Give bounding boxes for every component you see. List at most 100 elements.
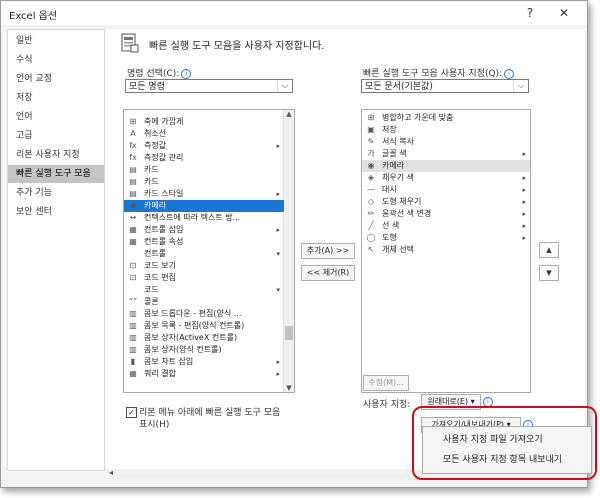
submenu-arrow-icon: ▸ [276, 226, 280, 234]
toolbar-command-item[interactable]: 가 글꼴 색 ▸ [362, 148, 530, 160]
nav-item-advanced[interactable]: 고급 [8, 127, 104, 145]
toolbar-command-item[interactable]: ◈ 채우기 색 ▸ [362, 172, 530, 184]
command-item[interactable]: ▦ 컨트롤 삽입 ▸ [124, 224, 284, 236]
toolbar-command-label: 글꼴 색 [382, 149, 407, 158]
import-export-menu: 사용자 지정 파일 가져오기 모든 사용자 지정 항목 내보내기 [422, 426, 592, 474]
command-label: 코드 편집 [144, 273, 176, 282]
command-item[interactable]: ▥ 콤보 상자(양식 컨트롤) [124, 344, 284, 356]
nav-item-save[interactable]: 저장 [8, 89, 104, 107]
close-button[interactable]: ✕ [549, 3, 579, 23]
commands-list[interactable]: ▲ ▼ · ⊞ 축에 가깝게 A 취소선 fx 측정값 ▸ fx 측정값 관리 ▤ 카드 ▤ 카드 ▤ 카드 … [123, 109, 295, 393]
command-icon [128, 285, 138, 295]
command-item[interactable]: 컨트롤 ▾ [124, 248, 284, 260]
command-label: 축에 가깝게 [144, 117, 184, 126]
command-item[interactable]: ◉ 카메라 [124, 200, 284, 212]
command-icon: ◉ [129, 201, 137, 210]
command-label: 콤보 상자(ActiveX 컨트롤) [144, 333, 238, 342]
command-item[interactable]: ⊞ 축에 가깝게 [124, 116, 284, 128]
reset-button[interactable]: 원래대로(E) ▾ [421, 394, 481, 410]
nav-item-proofing[interactable]: 언어 교정 [8, 70, 104, 88]
toolbar-command-item[interactable]: ◇ 도형 채우기 ▸ [362, 196, 530, 208]
command-label: 컨트롤 삽입 [144, 225, 184, 234]
command-item[interactable]: · [124, 110, 284, 116]
command-icon: ▥ [129, 309, 137, 318]
help-button[interactable]: ? [515, 3, 545, 23]
command-label: 코드 [144, 285, 159, 294]
command-item[interactable]: 코드 ▾ [124, 284, 284, 296]
command-icon: A [130, 129, 136, 138]
nav-item-add-ins[interactable]: 추가 기능 [8, 184, 104, 202]
command-icon: ▥ [129, 321, 137, 330]
command-label: 컨텍스트에 따라 텍스트 방... [144, 213, 241, 222]
toolbar-command-item[interactable]: — 대시 ▸ [362, 184, 530, 196]
command-label: 측정값 관리 [144, 153, 184, 162]
command-icon: ▤ [129, 165, 137, 174]
toolbar-command-item[interactable]: ◉ 카메라 [362, 160, 530, 172]
show-below-ribbon-checkbox[interactable]: ✓ [126, 407, 137, 418]
scroll-thumb[interactable] [285, 326, 293, 340]
command-item[interactable]: ▦ 쿼리 결합 ▸ [124, 368, 284, 380]
nav-item-quick-access-toolbar[interactable]: 빠른 실행 도구 모음 [8, 165, 104, 183]
customize-toolbar-combo[interactable]: 모든 문서(기본값) ⌵ [361, 79, 529, 93]
remove-button[interactable]: << 제거(R) [301, 265, 355, 281]
command-item[interactable]: ▦ 컨트롤 속성 [124, 236, 284, 248]
commands-scrollbar[interactable]: ▲ ▼ [283, 110, 294, 392]
choose-commands-label: 명령 선택(C): i [127, 66, 192, 79]
command-icon: ▦ [129, 237, 137, 246]
command-item[interactable]: ▥ 콤보 드롭다운 - 편집(양식 ... [124, 308, 284, 320]
nav-item-general[interactable]: 일반 [8, 32, 104, 50]
customize-toolbar-label: 빠른 실행 도구 모음 사용자 지정(Q): i [363, 66, 515, 79]
command-item[interactable]: fx 측정값 ▸ [124, 140, 284, 152]
command-item[interactable]: ▥ 콤보 목록 - 편집(양식 컨트롤) [124, 320, 284, 332]
submenu-arrow-icon: ▸ [276, 370, 280, 378]
command-item[interactable]: fx 측정값 관리 [124, 152, 284, 164]
nav-item-customize-ribbon[interactable]: 리본 사용자 지정 [8, 146, 104, 164]
chevron-down-icon: ⌵ [277, 80, 292, 92]
command-icon: fx [129, 153, 137, 162]
toolbar-commands-list[interactable]: ⊞ 병합하고 가운데 맞춤 ▣ 저장 ✎ 서식 복사 가 글꼴 색 ▸ ◉ 카메라 ◈ 채우기 색 ▸ — 대… [361, 109, 531, 393]
command-label: 카메라 [144, 201, 167, 210]
command-item[interactable]: ▮ 콤보 차트 삽입 ▸ [124, 356, 284, 368]
scroll-up-icon[interactable]: ▲ [284, 110, 294, 118]
command-item[interactable]: ↔ 컨텍스트에 따라 텍스트 방... [124, 212, 284, 224]
toolbar-command-item[interactable]: ⊞ 병합하고 가운데 맞춤 [362, 112, 530, 124]
window-title: Excel 옵션 [9, 11, 58, 22]
choose-commands-combo[interactable]: 모든 명령 ⌵ [125, 79, 293, 93]
command-icon: 가 [367, 149, 375, 158]
toolbar-command-item[interactable]: ◯ 도형 ▸ [362, 232, 530, 244]
command-icon: — [367, 185, 375, 194]
submenu-arrow-icon: ▾ [276, 286, 280, 294]
nav-item-trust-center[interactable]: 보안 센터 [8, 203, 104, 221]
command-icon: ⊞ [367, 113, 375, 122]
nav-item-language[interactable]: 언어 [8, 108, 104, 126]
toolbar-command-label: 병합하고 가운데 맞춤 [382, 113, 454, 122]
command-item[interactable]: A 취소선 [124, 128, 284, 140]
command-label: 코드 보기 [144, 261, 176, 270]
command-item[interactable]: “” 콜론 [124, 296, 284, 308]
command-icon: ▦ [129, 225, 137, 234]
scroll-down-icon[interactable]: ▼ [284, 384, 294, 392]
command-item[interactable]: ▥ 콤보 상자(ActiveX 컨트롤) [124, 332, 284, 344]
toolbar-command-item[interactable]: ▣ 저장 [362, 124, 530, 136]
toolbar-command-item[interactable]: ↖ 개체 선택 [362, 244, 530, 256]
add-button[interactable]: 추가(A) >> [301, 243, 355, 259]
move-down-button[interactable]: ▼ [539, 265, 559, 281]
command-icon: ⊡ [129, 273, 137, 282]
command-item[interactable]: ⊡ 코드 편집 [124, 272, 284, 284]
scroll-left-icon[interactable]: ◂ [109, 468, 113, 477]
toolbar-command-item[interactable]: ✏ 윤곽선 색 변경 ▸ [362, 208, 530, 220]
command-item[interactable]: ▤ 카드 [124, 176, 284, 188]
modify-button[interactable]: 수정(M)... [363, 375, 409, 391]
export-all-customizations-item[interactable]: 모든 사용자 지정 항목 내보내기 [423, 450, 591, 470]
command-item[interactable]: ▤ 카드 스타일 ▸ [124, 188, 284, 200]
import-customization-file-item[interactable]: 사용자 지정 파일 가져오기 [423, 430, 591, 450]
toolbar-command-label: 저장 [382, 125, 397, 134]
nav-item-formulas[interactable]: 수식 [8, 51, 104, 69]
command-label: 콤보 차트 삽입 [144, 357, 194, 366]
command-item[interactable]: ▤ 카드 [124, 164, 284, 176]
command-item[interactable]: ⊡ 코드 보기 [124, 260, 284, 272]
toolbar-command-item[interactable]: ✎ 서식 복사 [362, 136, 530, 148]
move-up-button[interactable]: ▲ [539, 242, 559, 258]
toolbar-command-item[interactable]: ╱ 선 색 ▸ [362, 220, 530, 232]
toolbar-command-label: 서식 복사 [382, 137, 414, 146]
